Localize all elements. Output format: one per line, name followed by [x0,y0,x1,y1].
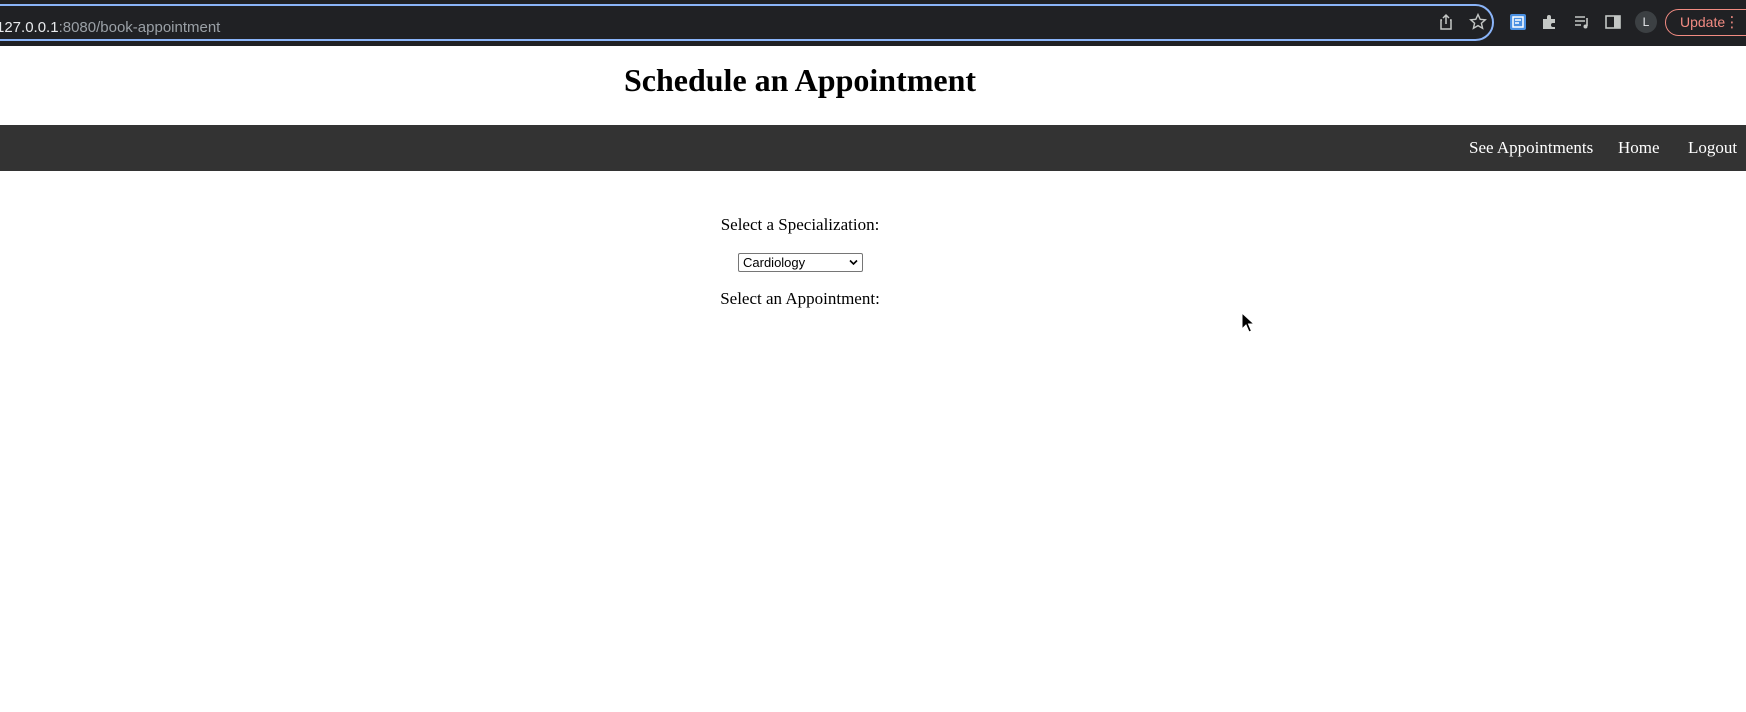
specialization-label: Select a Specialization: [720,215,880,234]
url-text[interactable]: 127.0.0.1:8080/book-appointment [0,19,220,36]
chevron-down-icon [849,259,858,266]
browser-toolbar: 127.0.0.1:8080/book-appointment L Update… [0,0,1746,46]
menu-kebab-icon[interactable]: ⋮ [1722,12,1742,32]
specialization-selected-value: Cardiology [743,255,806,270]
mouse-cursor-icon [1241,312,1255,333]
side-panel-icon[interactable] [1603,12,1623,32]
media-queue-icon[interactable] [1572,12,1592,32]
nav-logout-link[interactable]: Logout [1688,138,1737,158]
page-title: Schedule an Appointment [623,62,977,98]
nav-see-appointments-link[interactable]: See Appointments [1469,138,1593,158]
url-path: :8080/book-appointment [58,19,221,36]
appointment-label: Select an Appointment: [720,289,880,308]
star-bookmark-icon[interactable] [1468,12,1488,32]
share-icon[interactable] [1436,12,1456,32]
navbar: See Appointments Home Logout [0,125,1746,171]
nav-home-link[interactable]: Home [1618,138,1660,158]
extension-app-icon[interactable] [1508,12,1528,32]
url-host: 127.0.0.1 [0,19,59,36]
address-bar[interactable]: 127.0.0.1:8080/book-appointment [0,4,1494,41]
profile-avatar[interactable]: L [1635,11,1657,33]
specialization-select[interactable]: Cardiology [738,253,863,272]
puzzle-extensions-icon[interactable] [1539,12,1559,32]
